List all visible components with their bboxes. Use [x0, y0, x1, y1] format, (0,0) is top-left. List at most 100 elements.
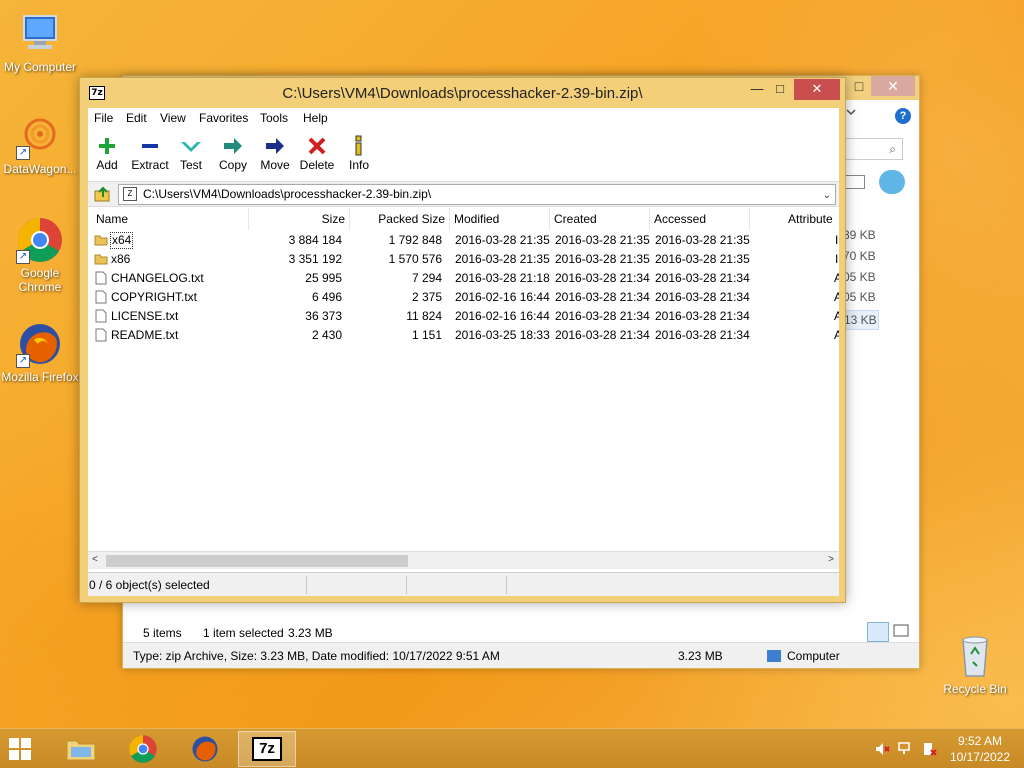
- column-size[interactable]: Size: [249, 208, 350, 230]
- file-attribute-clipped: I: [835, 233, 839, 247]
- file-packed-size: 11 824: [406, 309, 442, 323]
- desktop-icon-chrome[interactable]: ↗ Google Chrome: [0, 216, 80, 294]
- menu-edit[interactable]: Edit: [126, 111, 147, 125]
- file-attribute-clipped: I: [835, 252, 839, 266]
- taskbar-chrome[interactable]: [114, 731, 172, 767]
- scroll-right-icon[interactable]: >: [828, 554, 834, 565]
- file-row[interactable]: README.txt 2 430 1 151 2016-03-25 18:33 …: [88, 326, 839, 345]
- file-created: 2016-03-28 21:35: [555, 233, 650, 247]
- network-globe-icon[interactable]: [879, 170, 905, 194]
- file-row[interactable]: x64 3 884 184 1 792 848 2016-03-28 21:35…: [88, 231, 839, 250]
- firefox-icon: ↗: [16, 320, 64, 368]
- maximize-button[interactable]: □: [769, 79, 791, 100]
- volume-muted-icon[interactable]: [874, 741, 890, 760]
- move-button[interactable]: Move: [253, 134, 297, 172]
- plus-icon: [85, 134, 129, 158]
- minimize-button[interactable]: —: [747, 79, 767, 100]
- file-row[interactable]: CHANGELOG.txt 25 995 7 294 2016-03-28 21…: [88, 269, 839, 288]
- file-packed-size: 1 570 576: [388, 252, 442, 266]
- delete-button[interactable]: Delete: [295, 134, 339, 172]
- file-row[interactable]: LICENSE.txt 36 373 11 824 2016-02-16 16:…: [88, 307, 839, 326]
- file-row[interactable]: COPYRIGHT.txt 6 496 2 375 2016-02-16 16:…: [88, 288, 839, 307]
- test-button[interactable]: Test: [169, 134, 213, 172]
- details-view-toggle[interactable]: [867, 622, 889, 642]
- computer-icon: [16, 10, 64, 58]
- file-accessed: 2016-03-28 21:34: [655, 271, 750, 285]
- chevron-down-icon[interactable]: ⌄: [823, 186, 831, 205]
- file-modified: 2016-02-16 16:44: [455, 309, 550, 323]
- desktop-icon-recycle-bin[interactable]: Recycle Bin: [935, 632, 1015, 696]
- status-divider: [306, 576, 307, 594]
- address-bar: Z C:\Users\VM4\Downloads\processhacker-2…: [88, 181, 839, 207]
- status-divider: [406, 576, 407, 594]
- menu-view[interactable]: View: [160, 111, 186, 125]
- network-icon[interactable]: [898, 741, 914, 760]
- taskbar-file-explorer[interactable]: [52, 731, 110, 767]
- explorer-selected-info: 1 item selected: [203, 626, 284, 640]
- address-field[interactable]: Z C:\Users\VM4\Downloads\processhacker-2…: [118, 184, 836, 205]
- extract-button[interactable]: Extract: [128, 134, 172, 172]
- chevron-down-icon[interactable]: [845, 106, 857, 121]
- file-modified: 2016-03-25 18:33: [455, 328, 550, 342]
- parent-folder-button[interactable]: [94, 185, 112, 206]
- desktop-icon-my-computer[interactable]: My Computer: [0, 10, 80, 74]
- firefox-icon: [192, 736, 218, 762]
- column-created[interactable]: Created: [550, 208, 650, 230]
- 7zip-window[interactable]: 7z C:\Users\VM4\Downloads\processhacker-…: [79, 77, 846, 603]
- taskbar-7zip[interactable]: 7z: [238, 731, 296, 767]
- address-path: C:\Users\VM4\Downloads\processhacker-2.3…: [143, 187, 432, 201]
- add-button[interactable]: Add: [85, 134, 129, 172]
- clock-time: 9:52 AM: [957, 734, 1002, 748]
- file-created: 2016-03-28 21:34: [555, 290, 650, 304]
- system-clock[interactable]: 9:52 AM 10/17/2022: [950, 733, 1010, 765]
- explorer-maximize-button[interactable]: □: [847, 76, 871, 96]
- minus-icon: [128, 134, 172, 158]
- info-button[interactable]: Info: [337, 134, 381, 172]
- copy-button[interactable]: Copy: [211, 134, 255, 172]
- view-details-icon[interactable]: [845, 175, 865, 189]
- file-attribute-clipped: A: [834, 328, 839, 342]
- file-row[interactable]: x86 3 351 192 1 570 576 2016-03-28 21:35…: [88, 250, 839, 269]
- column-attributes[interactable]: Attribute: [750, 208, 839, 230]
- file-name: COPYRIGHT.txt: [111, 290, 198, 304]
- close-button[interactable]: ✕: [794, 79, 840, 100]
- action-center-icon[interactable]: [922, 741, 938, 760]
- menu-file[interactable]: File: [94, 111, 113, 125]
- column-name[interactable]: Name: [92, 208, 249, 230]
- 7zip-titlebar[interactable]: 7z C:\Users\VM4\Downloads\processhacker-…: [80, 78, 845, 108]
- file-created: 2016-03-28 21:34: [555, 271, 650, 285]
- copy-arrow-icon: [211, 134, 255, 158]
- taskbar: 7z 9:52 AM 10/17/2022: [0, 728, 1024, 768]
- recycle-bin-icon: [951, 632, 999, 680]
- column-packed-size[interactable]: Packed Size: [350, 208, 450, 230]
- scrollbar-thumb[interactable]: [106, 555, 408, 567]
- menu-favorites[interactable]: Favorites: [199, 111, 248, 125]
- help-icon[interactable]: ?: [895, 108, 911, 124]
- large-icons-view-toggle[interactable]: [891, 622, 913, 642]
- file-size: 6 496: [311, 290, 342, 304]
- taskbar-firefox[interactable]: [176, 731, 234, 767]
- file-modified: 2016-03-28 21:35: [455, 233, 550, 247]
- menu-help[interactable]: Help: [303, 111, 328, 125]
- file-packed-size: 1 151: [411, 328, 442, 342]
- scroll-left-icon[interactable]: <: [92, 554, 98, 565]
- file-name: CHANGELOG.txt: [111, 271, 204, 285]
- desktop-icon-firefox[interactable]: ↗ Mozilla Firefox: [0, 320, 80, 384]
- explorer-close-button[interactable]: ✕: [871, 76, 915, 96]
- desktop-icon-datawagon[interactable]: ↗ DataWagon...: [0, 112, 80, 176]
- explorer-detail-text: Type: zip Archive, Size: 3.23 MB, Date m…: [133, 649, 500, 663]
- start-button[interactable]: [0, 731, 46, 767]
- desktop-icon-label: My Computer: [3, 60, 77, 74]
- window-title: C:\Users\VM4\Downloads\processhacker-2.3…: [282, 85, 643, 102]
- horizontal-scrollbar[interactable]: < >: [88, 551, 839, 569]
- column-accessed[interactable]: Accessed: [650, 208, 750, 230]
- column-modified[interactable]: Modified: [450, 208, 550, 230]
- desktop-icon-label: Recycle Bin: [943, 682, 1007, 696]
- text-file-icon: [95, 328, 107, 348]
- search-icon: ⌕: [889, 142, 896, 156]
- explorer-search-box[interactable]: ⌕: [845, 138, 903, 160]
- file-attribute-clipped: A: [834, 271, 839, 285]
- file-name: README.txt: [111, 328, 179, 342]
- explorer-detail-size: 3.23 MB: [678, 649, 723, 663]
- menu-tools[interactable]: Tools: [260, 111, 288, 125]
